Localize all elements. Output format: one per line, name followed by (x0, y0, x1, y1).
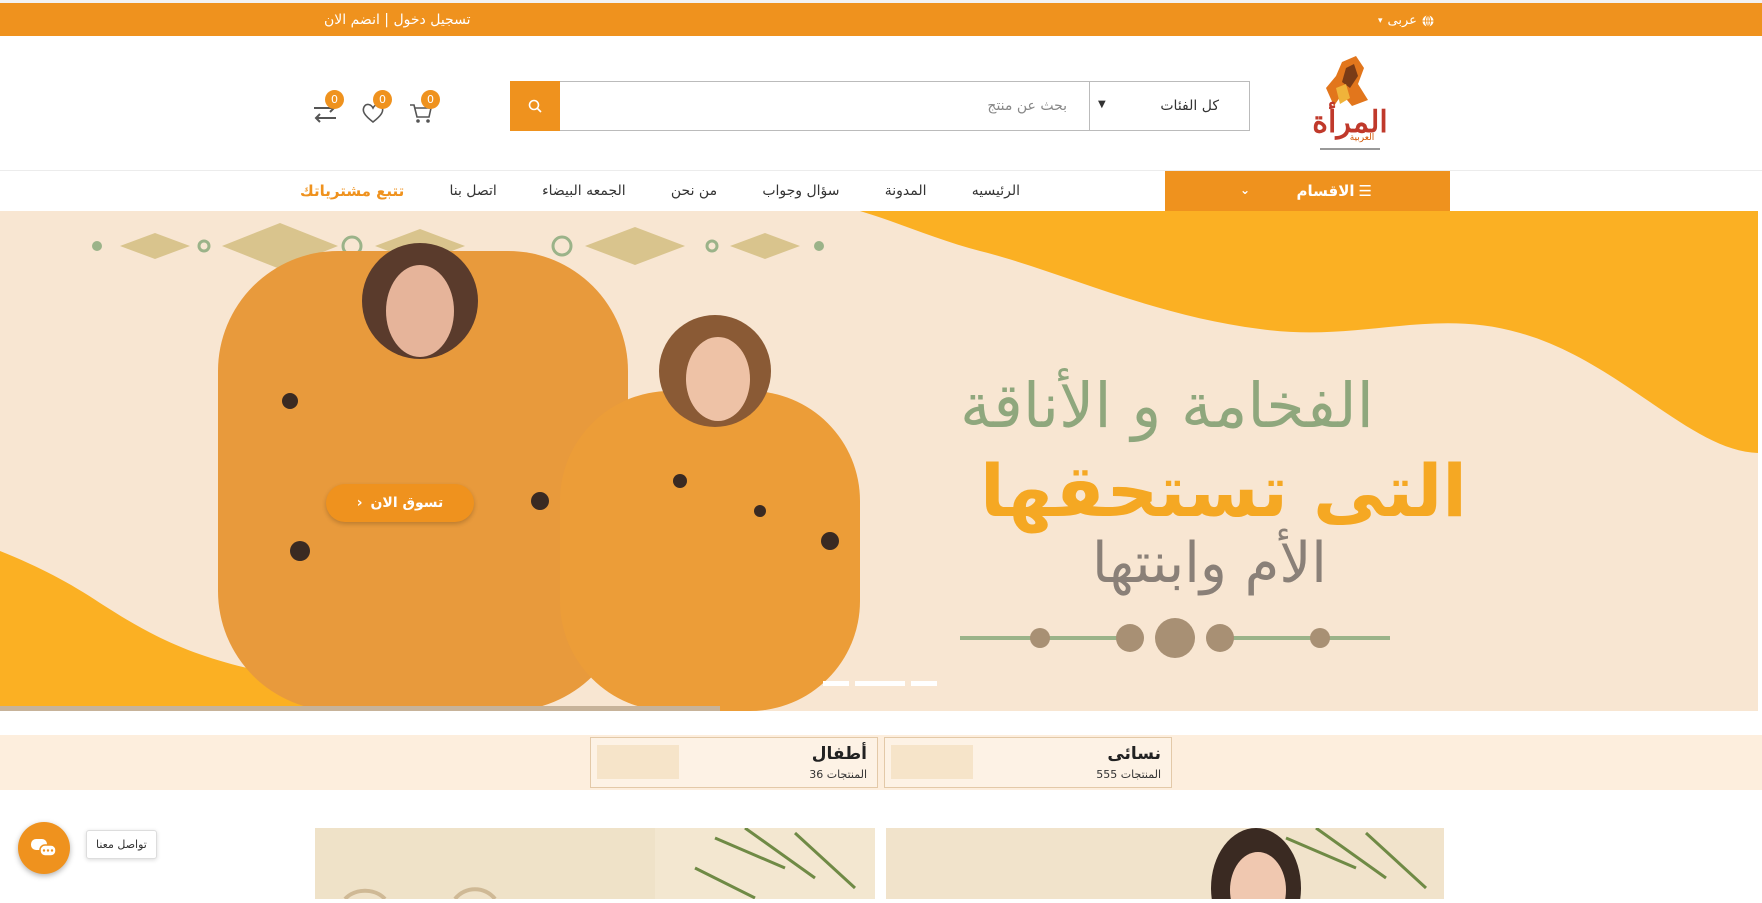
category-thumbnail (597, 745, 679, 779)
header-icons: 0 0 0 (308, 90, 440, 130)
chevron-down-icon: ⌄ (1240, 183, 1251, 197)
cart-count: 0 (421, 90, 440, 109)
slider-progress-bar (0, 706, 720, 711)
language-label: عربى (1387, 13, 1417, 28)
hero-title-line3: الأم وابنتها (1092, 531, 1327, 596)
top-bar: تسجيل دخول | انضم الان ▾ عربى (0, 0, 1762, 36)
category-name: أطفال (811, 744, 867, 764)
hero-background-shapes (0, 211, 1758, 711)
slider-dot[interactable] (855, 681, 905, 686)
hero-slider: الفخامة و الأناقة التى تستحقها الأم وابن… (0, 211, 1758, 711)
site-logo[interactable]: المرأة العربية (1312, 54, 1388, 154)
search-icon (528, 99, 542, 113)
nav-item-track-order[interactable]: تتبع مشترياتك (300, 182, 404, 200)
nav-item-faq[interactable]: سؤال وجواب (762, 183, 839, 199)
category-name: نسائى (1107, 744, 1161, 764)
shop-now-button[interactable]: تسوق الان ‹ (326, 484, 474, 522)
promo-banner-right[interactable] (886, 826, 1444, 903)
login-register-link[interactable]: تسجيل دخول | انضم الان (324, 12, 470, 28)
compare-count: 0 (325, 90, 344, 109)
nav-item-contact[interactable]: اتصل بنا (449, 183, 496, 199)
compare-button[interactable]: 0 (308, 90, 344, 130)
search-bar: ▼ كل الفئات (510, 81, 1250, 131)
nav-item-home[interactable]: الرئيسيه (972, 183, 1020, 199)
svg-text:العربية: العربية (1350, 133, 1375, 143)
nav-menu: الرئيسيه المدونة سؤال وجواب من نحن الجمع… (300, 171, 1020, 211)
menu-icon: ☰ (1358, 182, 1372, 200)
slider-dot[interactable] (823, 681, 849, 686)
category-select-label: كل الفئات (1160, 98, 1219, 114)
chevron-down-icon: ▾ (1378, 15, 1383, 26)
chevron-left-icon: ‹ (356, 495, 363, 511)
cart-button[interactable]: 0 (404, 90, 440, 130)
nav-item-about[interactable]: من نحن (671, 183, 717, 199)
category-card-kids[interactable]: أطفال 36 المنتجات (590, 737, 878, 788)
wishlist-count: 0 (373, 90, 392, 109)
hero-title-line2: التى تستحقها (980, 449, 1467, 533)
category-thumbnail (891, 745, 973, 779)
search-button[interactable] (510, 81, 560, 131)
chat-label[interactable]: تواصل معنا (86, 830, 157, 859)
category-select[interactable]: ▼ كل الفئات (1089, 82, 1249, 130)
category-card-women[interactable]: نسائى 555 المنتجات (884, 737, 1172, 788)
category-count: 36 المنتجات (809, 768, 867, 781)
chat-icon (31, 839, 57, 857)
hero-title-line1: الفخامة و الأناقة (960, 369, 1374, 442)
language-selector[interactable]: ▾ عربى (1378, 13, 1434, 28)
shop-now-label: تسوق الان (370, 495, 444, 511)
globe-icon (1422, 14, 1434, 27)
nav-item-white-friday[interactable]: الجمعه البيضاء (542, 183, 626, 199)
header: المرأة العربية ▼ كل الفئات 0 0 0 (0, 36, 1762, 171)
promo-banner-left[interactable] (315, 826, 875, 901)
chat-button[interactable] (18, 822, 70, 874)
main-nav: ⌄ ☰ الاقسام الرئيسيه المدونة سؤال وجواب … (0, 171, 1762, 211)
search-input[interactable] (560, 82, 1089, 130)
category-count: 555 المنتجات (1096, 768, 1161, 781)
dropdown-arrow-icon: ▼ (1098, 99, 1106, 110)
slider-dots (823, 681, 937, 686)
category-strip: نسائى 555 المنتجات أطفال 36 المنتجات (0, 735, 1762, 790)
wishlist-button[interactable]: 0 (356, 90, 392, 130)
slider-dot[interactable] (911, 681, 937, 686)
categories-button[interactable]: ⌄ ☰ الاقسام (1165, 171, 1450, 211)
nav-item-blog[interactable]: المدونة (885, 183, 927, 199)
categories-label: الاقسام (1296, 182, 1355, 200)
